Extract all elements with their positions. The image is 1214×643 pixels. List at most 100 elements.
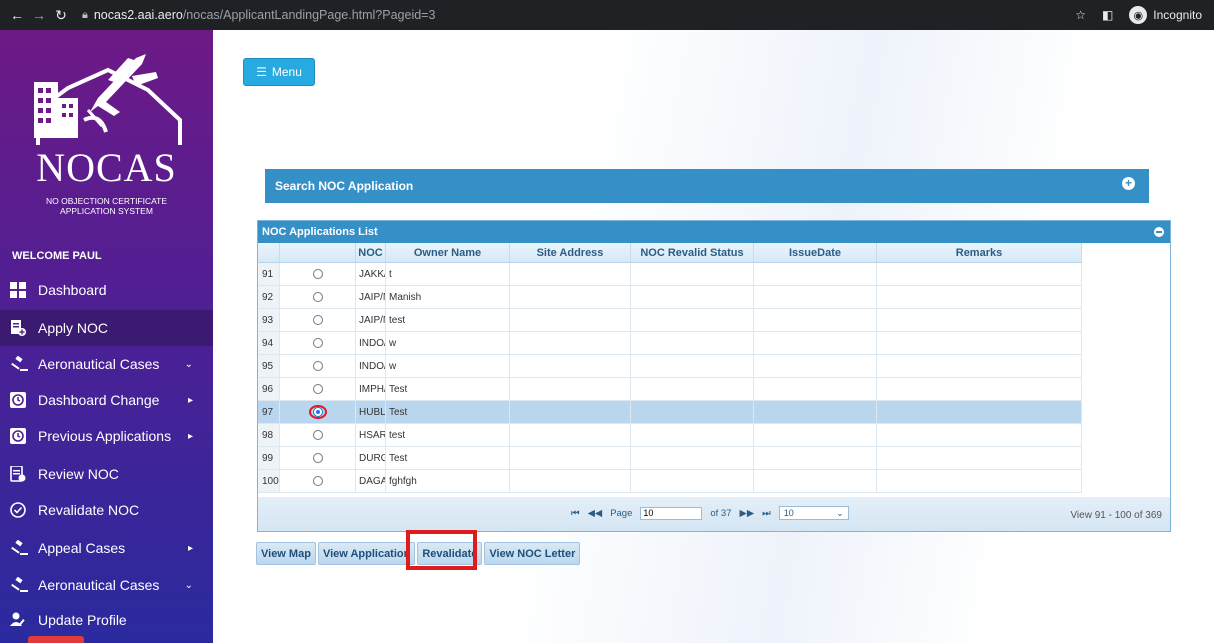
sidebar-item-previous-applications[interactable]: Previous Applications ▸ [0, 418, 213, 454]
sidebar-item-label: Dashboard [38, 282, 107, 298]
remarks-cell [877, 263, 1082, 285]
incognito-indicator[interactable]: ◉ Incognito [1129, 6, 1202, 24]
row-number: 91 [258, 263, 280, 285]
revalid-status-cell [631, 401, 754, 423]
view-application-button[interactable]: View Application [317, 542, 416, 565]
revalid-status-cell [631, 447, 754, 469]
first-page-icon[interactable]: ⏮ [571, 508, 580, 519]
table-row[interactable]: 93 JAIP/N test [258, 309, 1082, 332]
table-header: NOC Owner Name Site Address NOC Revalid … [258, 243, 1082, 263]
column-header-owner-name[interactable]: Owner Name [386, 243, 510, 262]
nocas-logo: NOCAS NO OBJECTION CERTIFICATE APPLICATI… [0, 30, 213, 235]
row-radio-button-checked[interactable] [312, 407, 323, 417]
sidebar-item-dashboard[interactable]: Dashboard [0, 272, 213, 308]
remarks-cell [877, 401, 1082, 423]
row-radio-button[interactable] [312, 315, 323, 325]
site-address-cell [510, 309, 631, 331]
reload-icon[interactable]: ↻ [50, 7, 72, 24]
pager-controls: ⏮ ◀◀ Page of 37 ▶▶ ⏭ 10 ⌄ [571, 506, 849, 520]
noc-cell: HSAR/ [356, 424, 386, 446]
check-circle-icon [0, 502, 38, 518]
sidebar-item-aeronautical-cases[interactable]: Aeronautical Cases ⌄ [0, 346, 213, 382]
owner-name-cell: test [386, 309, 510, 331]
sidebar-item-label: Aeronautical Cases [38, 577, 160, 593]
last-page-icon[interactable]: ⏭ [762, 508, 771, 519]
column-header-site-address[interactable]: Site Address [510, 243, 631, 262]
table-row[interactable]: 92 JAIP/N Manish [258, 286, 1082, 309]
table-row[interactable]: 99 DURG, Test [258, 447, 1082, 470]
row-radio-button[interactable] [312, 476, 323, 486]
sidebar-item-update-profile[interactable]: Update Profile [0, 602, 213, 638]
view-map-button[interactable]: View Map [256, 542, 316, 565]
search-noc-panel-header[interactable]: Search NOC Application + [265, 169, 1149, 203]
row-radio-button[interactable] [312, 361, 323, 371]
sidebar-item-label: Previous Applications [38, 428, 172, 444]
row-select-cell [280, 470, 356, 492]
row-radio-button[interactable] [312, 430, 323, 440]
sidebar-item-dashboard-change[interactable]: Dashboard Change ▸ [0, 382, 213, 418]
page-size-select[interactable]: 10 ⌄ [778, 506, 849, 520]
table-row-selected[interactable]: 97 HUBL/ Test [258, 401, 1082, 424]
lock-icon: 🔒︎ [82, 8, 88, 21]
collapse-minus-icon[interactable] [1154, 227, 1164, 237]
logout-button[interactable] [28, 636, 84, 643]
sidebar-item-appeal-cases[interactable]: Appeal Cases ▸ [0, 530, 213, 566]
table-row[interactable]: 91 JAKK/! t [258, 263, 1082, 286]
table-row[interactable]: 95 INDO/ w [258, 355, 1082, 378]
column-header-noc-revalid-status[interactable]: NOC Revalid Status [631, 243, 754, 262]
row-select-cell [280, 332, 356, 354]
site-address-cell [510, 424, 631, 446]
row-radio-button[interactable] [312, 453, 323, 463]
revalid-status-cell [631, 309, 754, 331]
column-header-remarks[interactable]: Remarks [877, 243, 1082, 262]
noc-cell: JAIP/N [356, 286, 386, 308]
table-row[interactable]: 94 INDO/ w [258, 332, 1082, 355]
row-number: 95 [258, 355, 280, 377]
owner-name-cell: w [386, 355, 510, 377]
sidebar-item-revalidate-noc[interactable]: Revalidate NOC [0, 492, 213, 528]
table-row[interactable]: 98 HSAR/ test [258, 424, 1082, 447]
gavel-icon [0, 356, 38, 372]
site-address-cell [510, 263, 631, 285]
forward-icon[interactable]: → [28, 7, 50, 23]
welcome-text: WELCOME PAUL [12, 250, 102, 262]
column-header-issue-date[interactable]: IssueDate [754, 243, 877, 262]
menu-button[interactable]: ☰ Menu [243, 58, 315, 86]
grid-title: NOC Applications List [262, 226, 378, 238]
sidebar-item-label: Aeronautical Cases [38, 356, 160, 372]
row-radio-button[interactable] [312, 292, 323, 302]
gavel-icon [0, 540, 38, 556]
issue-date-cell [754, 470, 877, 492]
back-icon[interactable]: ← [6, 7, 28, 23]
apply-noc-icon [0, 320, 38, 336]
search-panel-title: Search NOC Application [275, 179, 414, 193]
sidepanel-icon[interactable]: ◧ [1102, 8, 1113, 22]
page-label: Page [610, 507, 633, 519]
noc-cell: DAGA, [356, 470, 386, 492]
sidebar-item-review-noc[interactable]: Review NOC [0, 456, 213, 492]
site-address-cell [510, 401, 631, 423]
expand-plus-icon[interactable]: + [1122, 177, 1135, 190]
next-page-icon[interactable]: ▶▶ [740, 508, 755, 519]
address-bar[interactable]: 🔒︎ nocas2.aai.aero /nocas/ApplicantLandi… [82, 8, 435, 22]
sidebar-item-aeronautical-cases-2[interactable]: Aeronautical Cases ⌄ [0, 567, 213, 603]
row-radio-button[interactable] [312, 338, 323, 348]
owner-name-cell: w [386, 332, 510, 354]
sidebar-item-apply-noc[interactable]: Apply NOC [0, 310, 213, 346]
row-radio-button[interactable] [312, 269, 323, 279]
url-path: /nocas/ApplicantLandingPage.html?Pageid=… [182, 8, 436, 22]
view-noc-letter-button[interactable]: View NOC Letter [484, 542, 581, 565]
owner-name-cell: Manish [386, 286, 510, 308]
noc-applications-grid: NOC Applications List NOC Owner Name Sit… [257, 220, 1171, 532]
prev-page-icon[interactable]: ◀◀ [588, 508, 603, 519]
star-icon[interactable]: ☆ [1075, 8, 1086, 22]
sidebar-item-label: Dashboard Change [38, 392, 160, 408]
highlight-circle [308, 405, 327, 419]
column-header-noc[interactable]: NOC [356, 243, 386, 262]
revalid-status-cell [631, 470, 754, 492]
table-row[interactable]: 96 IMPH/ Test [258, 378, 1082, 401]
page-number-input[interactable] [640, 506, 703, 520]
table-row[interactable]: 100 DAGA, fghfgh [258, 470, 1082, 493]
row-radio-button[interactable] [312, 384, 323, 394]
noc-cell: HUBL/ [356, 401, 386, 423]
